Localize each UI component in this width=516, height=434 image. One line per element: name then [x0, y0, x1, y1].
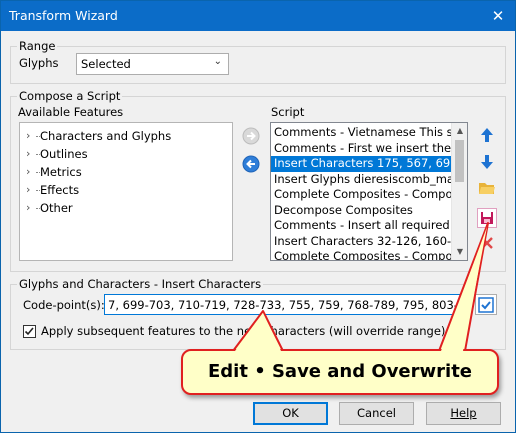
chevron-right-icon[interactable]: › — [26, 181, 30, 199]
script-list-item[interactable]: Complete Composites - Compos — [271, 249, 451, 260]
chevron-down-icon: ⌄ — [213, 56, 222, 67]
chevron-right-icon[interactable]: › — [26, 145, 30, 163]
tree-item-characters-and-glyphs[interactable]: › Characters and Glyphs — [20, 127, 232, 145]
script-list-item[interactable]: Comments - First we insert the re — [271, 141, 451, 157]
script-list-item[interactable]: Insert Glyphs dieresiscomb_macr — [271, 172, 451, 188]
move-down-button[interactable] — [476, 153, 498, 175]
add-feature-button[interactable] — [240, 127, 262, 149]
codepoints-input[interactable]: 7, 699-703, 710-719, 728-733, 755, 759, … — [104, 294, 469, 315]
tree-item-effects[interactable]: › Effects — [20, 181, 232, 199]
arrow-right-icon — [242, 127, 260, 145]
open-script-button[interactable] — [476, 180, 498, 202]
script-list-item[interactable]: Insert Characters 32-126, 160-383, — [271, 234, 451, 250]
chevron-right-icon[interactable]: › — [26, 127, 30, 145]
delete-icon — [481, 237, 493, 249]
check-icon — [24, 327, 34, 336]
save-script-button[interactable] — [477, 208, 497, 228]
script-list-item[interactable]: Comments - Vietnamese This scr — [271, 125, 451, 141]
script-list-item[interactable]: Insert Characters 175, 567, 699-70 — [271, 156, 451, 172]
window-title: Transform Wizard — [9, 8, 118, 23]
compose-group-title: Compose a Script — [17, 89, 123, 103]
codepoints-label: Code-point(s): — [23, 298, 105, 312]
chevron-right-icon[interactable]: › — [26, 199, 30, 217]
cancel-button[interactable]: Cancel — [339, 402, 414, 425]
save-icon — [481, 212, 493, 224]
move-up-button[interactable] — [476, 126, 498, 148]
scroll-up-icon[interactable]: ▲ — [452, 123, 467, 139]
glyphs-dropdown-value: Selected — [81, 57, 131, 71]
script-list-item[interactable]: Complete Composites - Compos — [271, 187, 451, 203]
available-features-label: Available Features — [18, 105, 124, 119]
folder-open-icon — [479, 183, 495, 194]
script-list-item[interactable]: Comments - Insert all required ch — [271, 218, 451, 234]
scroll-thumb[interactable] — [455, 140, 464, 182]
chevron-right-icon[interactable]: › — [26, 163, 30, 181]
tree-item-metrics[interactable]: › Metrics — [20, 163, 232, 181]
script-label: Script — [271, 105, 305, 119]
scroll-down-icon[interactable]: ▼ — [452, 244, 467, 260]
arrow-down-icon — [481, 155, 493, 169]
arrow-up-icon — [481, 128, 493, 142]
apply-subsequent-checkbox[interactable] — [23, 325, 36, 338]
script-list[interactable]: Comments - Vietnamese This scr Comments -… — [270, 122, 468, 261]
insert-characters-group-title: Glyphs and Characters - Insert Character… — [17, 277, 264, 291]
script-scrollbar[interactable]: ▲ ▼ — [451, 123, 467, 260]
remove-feature-button[interactable] — [240, 155, 262, 177]
help-button[interactable]: Help — [426, 402, 501, 425]
codepoints-picker-button[interactable] — [475, 294, 497, 315]
apply-subsequent-label: Apply subsequent features to the new cha… — [41, 324, 446, 338]
arrow-left-icon — [242, 155, 260, 173]
available-features-tree[interactable]: › Characters and Glyphs › Outlines › Metric… — [19, 122, 233, 261]
checkmark-edit-icon — [478, 297, 494, 313]
codepoints-value: 7, 699-703, 710-719, 728-733, 755, 759, … — [108, 298, 469, 312]
glyphs-label: Glyphs — [19, 56, 59, 70]
title-bar: Transform Wizard ✕ — [1, 1, 515, 31]
tree-item-outlines[interactable]: › Outlines — [20, 145, 232, 163]
glyphs-dropdown[interactable]: Selected ⌄ — [76, 53, 229, 75]
transform-wizard-window: Transform Wizard ✕ Range Glyphs Selected… — [0, 0, 516, 433]
range-group-title: Range — [17, 39, 58, 53]
callout-text: Edit • Save and Overwrite — [207, 361, 473, 382]
delete-script-button[interactable] — [476, 235, 498, 257]
close-icon[interactable]: ✕ — [481, 1, 515, 31]
tree-item-other[interactable]: › Other — [20, 199, 232, 217]
script-list-item[interactable]: Decompose Composites — [271, 203, 451, 219]
help-button-label: Help — [450, 406, 477, 420]
ok-button[interactable]: OK — [253, 402, 328, 425]
